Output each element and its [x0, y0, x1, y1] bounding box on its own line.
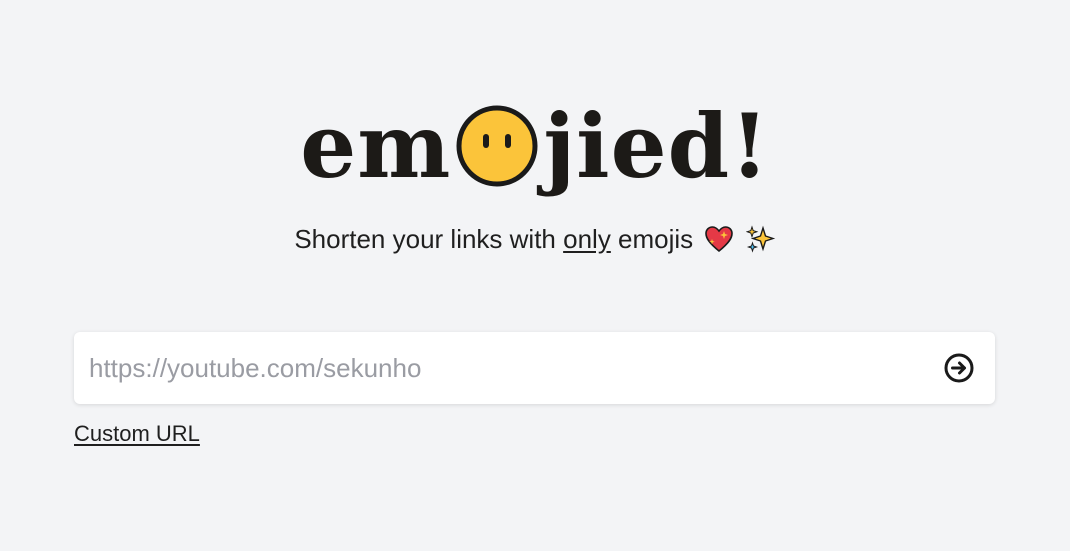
tagline-emphasis: only [563, 224, 611, 254]
tagline: Shorten your links with only emojis [0, 222, 1070, 256]
submit-button[interactable] [942, 351, 976, 385]
logo-left-text: em [300, 94, 452, 198]
logo-right-text: jied! [543, 94, 770, 198]
tagline-after: emojis [610, 224, 694, 254]
sparkling-heart-icon [704, 225, 734, 253]
custom-url-link[interactable]: Custom URL [74, 420, 200, 448]
page: em jied! Shorten your links with only em… [0, 0, 1070, 551]
no-mouth-face-icon [455, 104, 539, 188]
arrow-right-circle-icon [944, 353, 974, 383]
tagline-before: Shorten your links with [294, 224, 564, 254]
sparkles-icon [745, 225, 776, 253]
url-form [74, 332, 995, 404]
logo: em jied! [0, 96, 1070, 196]
url-input[interactable] [74, 332, 942, 404]
